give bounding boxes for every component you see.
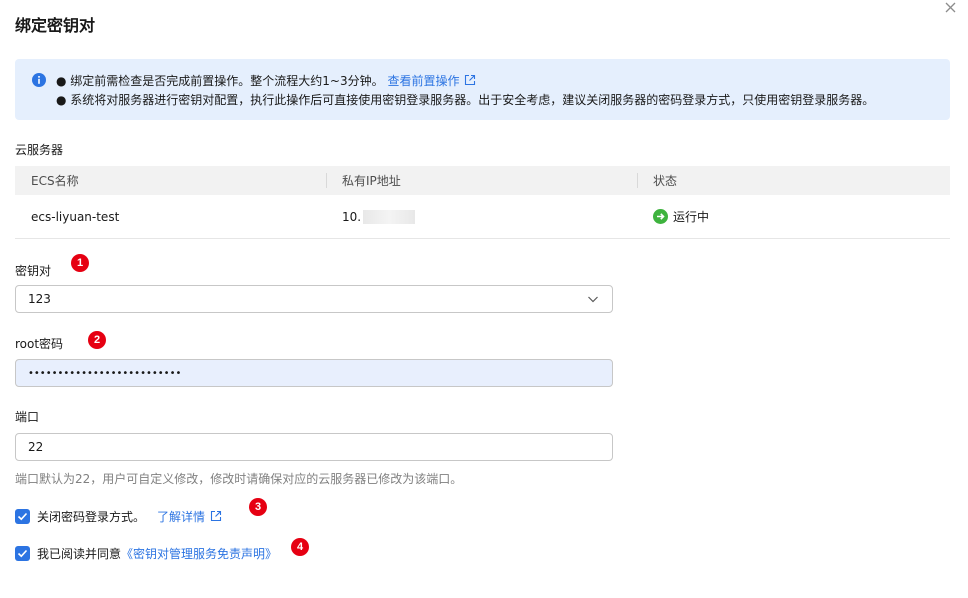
agreement-prefix: 我已阅读并同意 — [37, 547, 122, 561]
checkmark-icon — [17, 549, 28, 558]
port-input[interactable]: 22 — [15, 433, 613, 461]
step-badge-1: 1 — [71, 254, 89, 272]
server-status: 运行中 — [673, 210, 710, 224]
server-name: ecs-liyuan-test — [31, 209, 120, 224]
server-ip-cell: 10. — [326, 195, 637, 238]
external-link-icon — [210, 510, 222, 522]
server-table: ECS名称 私有IP地址 状态 ecs-liyuan-test 10. 运行中 — [15, 166, 950, 239]
learn-more-link[interactable]: 了解详情 — [157, 508, 222, 525]
alert-line2-text: ● 系统将对服务器进行密钥对配置，执行此操作后可直接使用密钥登录服务器。出于安全… — [56, 93, 875, 107]
step-badge-4: 4 — [291, 538, 309, 556]
port-label: 端口 — [15, 410, 40, 424]
alert-line-prerequisite: ● 绑定前需检查是否完成前置操作。整个流程大约1~3分钟。 查看前置操作 — [56, 72, 476, 89]
keypair-label: 密钥对 — [15, 264, 52, 278]
agreement-row: 我已阅读并同意 《密钥对管理服务免责声明》 — [15, 545, 277, 562]
keypair-selected-value: 123 — [28, 292, 51, 306]
disclaimer-link[interactable]: 《密钥对管理服务免责声明》 — [121, 545, 277, 562]
agreement-checkbox[interactable] — [15, 546, 30, 561]
server-ip: 10. — [342, 209, 362, 224]
port-value: 22 — [28, 440, 44, 454]
step-badge-3: 3 — [249, 498, 267, 516]
close-password-login-checkbox[interactable] — [15, 509, 30, 524]
table-row: ecs-liyuan-test 10. 运行中 — [15, 195, 950, 239]
server-status-cell: 运行中 — [637, 195, 950, 238]
port-hint: 端口默认为22，用户可自定义修改，修改时请确保对应的云服务器已修改为该端口。 — [15, 472, 463, 486]
close-icon[interactable] — [942, 0, 960, 18]
close-password-login-row: 关闭密码登录方式。 了解详情 — [15, 508, 222, 525]
info-icon — [32, 73, 46, 87]
servers-label: 云服务器 — [15, 143, 64, 157]
step-badge-2: 2 — [88, 331, 106, 349]
table-header: ECS名称 私有IP地址 状态 — [15, 166, 950, 195]
external-link-icon — [465, 74, 476, 86]
info-alert: ● 绑定前需检查是否完成前置操作。整个流程大约1~3分钟。 查看前置操作 ● 系… — [15, 59, 950, 120]
chevron-down-icon — [588, 296, 598, 303]
root-password-input[interactable]: •••••••••••••••••••••••••• — [15, 359, 613, 387]
column-header-name: ECS名称 — [31, 174, 79, 188]
checkmark-icon — [17, 512, 28, 521]
column-header-status: 状态 — [637, 166, 950, 195]
running-icon — [653, 209, 668, 224]
close-password-login-label: 关闭密码登录方式。 — [37, 510, 146, 524]
dialog-title: 绑定密钥对 — [15, 16, 96, 35]
ip-redaction — [363, 209, 416, 224]
view-prerequisite-link[interactable]: 查看前置操作 — [387, 74, 476, 88]
keypair-select[interactable]: 123 — [15, 285, 613, 313]
column-header-ip: 私有IP地址 — [326, 166, 637, 195]
password-mask: •••••••••••••••••••••••••• — [28, 367, 182, 379]
alert-line1-text: ● 绑定前需检查是否完成前置操作。整个流程大约1~3分钟。 — [56, 74, 384, 88]
root-password-label: root密码 — [15, 337, 64, 351]
